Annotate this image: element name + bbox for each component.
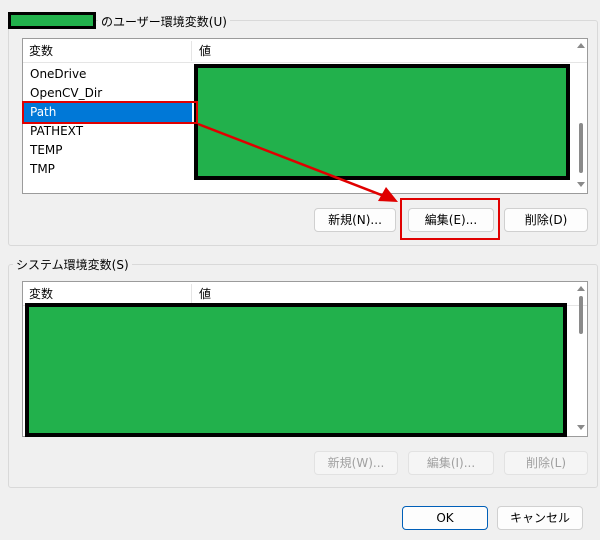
annotation-arrow xyxy=(197,122,398,202)
arrow-line xyxy=(197,122,385,198)
